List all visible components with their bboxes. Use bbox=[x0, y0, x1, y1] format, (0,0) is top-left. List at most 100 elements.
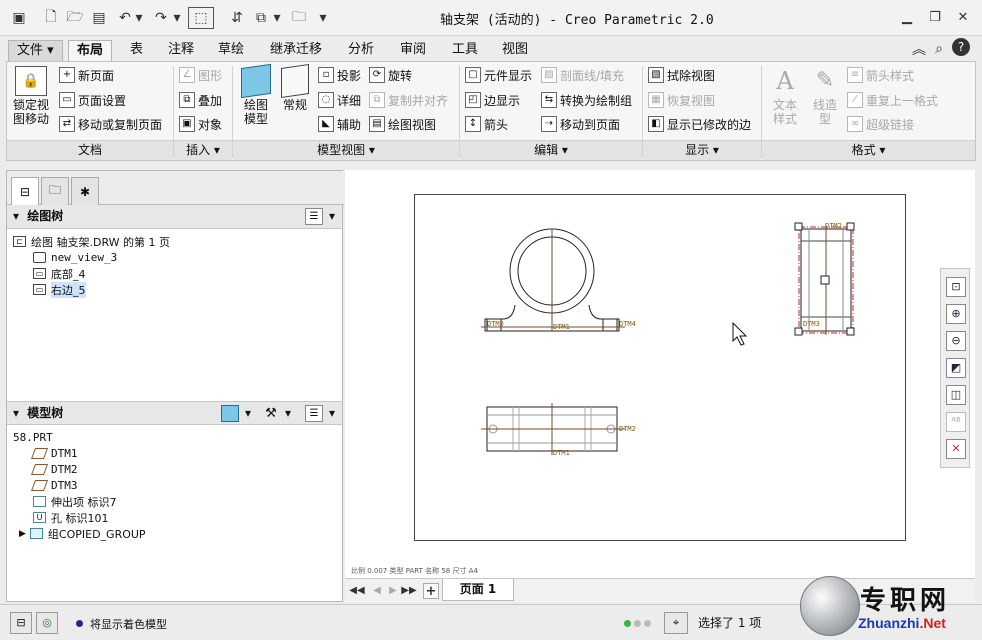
refit-icon[interactable]: ⊡ bbox=[946, 277, 966, 297]
arrow-button[interactable]: ↕ 箭头 bbox=[465, 114, 508, 134]
component-display-button[interactable]: ▢ 元件显示 bbox=[465, 65, 532, 85]
expand-arrow-icon[interactable]: ▶ bbox=[19, 529, 26, 539]
new-page-button[interactable]: + 新页面 bbox=[59, 65, 114, 85]
redo-dropdown-icon[interactable]: ▾ bbox=[172, 7, 182, 29]
drawing-canvas[interactable]: DTM3 DTM1 DTM4 DTM2 DTM1 DTM2 DTM3 比例 0.… bbox=[345, 170, 975, 602]
right-view[interactable] bbox=[794, 222, 855, 336]
last-page-icon[interactable]: ▶▶ bbox=[401, 583, 417, 599]
label-dtm1-front[interactable]: DTM1 bbox=[553, 323, 570, 331]
find-icon[interactable]: ⌖ bbox=[664, 612, 688, 634]
front-view[interactable] bbox=[481, 228, 625, 332]
selection-handle-bl[interactable] bbox=[794, 327, 803, 336]
tree-settings-dropdown-icon[interactable]: ▾ bbox=[329, 402, 335, 425]
section-fill-button[interactable]: ▨ 剖面线/填充 bbox=[541, 65, 624, 85]
arrow-style-button[interactable]: ≡ 箭头样式 bbox=[847, 65, 914, 85]
drawing-sheet[interactable]: DTM3 DTM1 DTM4 DTM2 DTM1 DTM2 DTM3 bbox=[414, 194, 906, 541]
tree-item-dtm3[interactable]: DTM3 bbox=[30, 478, 78, 493]
display-style-icon[interactable]: ◫ bbox=[946, 385, 966, 405]
tab-annotate[interactable]: 注释 bbox=[160, 40, 202, 62]
tree-item-copied-group[interactable]: ▶ 组COPIED_GROUP bbox=[19, 526, 146, 541]
overlay-button[interactable]: ⧉ 叠加 bbox=[179, 90, 222, 110]
next-page-icon[interactable]: ▶ bbox=[385, 583, 401, 599]
group-insert-label[interactable]: 插入 ▾ bbox=[174, 140, 232, 160]
folder-browser-tab-icon[interactable]: 🗀 bbox=[41, 177, 69, 205]
close-window-folder-icon[interactable]: 🗀 bbox=[288, 7, 310, 29]
undo-dropdown-icon[interactable]: ▾ bbox=[134, 7, 144, 29]
restore-icon[interactable]: ❐ bbox=[924, 8, 946, 26]
selection-handle-tl[interactable] bbox=[794, 222, 803, 231]
navigator-toggle-icon[interactable]: ⊟ bbox=[10, 612, 32, 634]
add-page-button[interactable]: + bbox=[423, 583, 439, 599]
windows-dropdown-icon[interactable]: ▾ bbox=[272, 7, 282, 29]
customize-toolbar-icon[interactable]: ▾ bbox=[316, 7, 330, 29]
text-style-button[interactable]: A 文本 样式 bbox=[765, 66, 805, 126]
repeat-last-format-button[interactable]: ⁄ 重复上一格式 bbox=[847, 90, 938, 110]
zoom-in-icon[interactable]: ⊕ bbox=[946, 304, 966, 324]
tree-item-dtm1[interactable]: DTM1 bbox=[30, 446, 78, 461]
repaint-icon[interactable]: ◩ bbox=[946, 358, 966, 378]
tree-item-drawing-root[interactable]: ⊏ 绘图 轴支架.DRW 的第 1 页 bbox=[13, 234, 170, 249]
projection-button[interactable]: ▫ 投影 bbox=[318, 65, 361, 85]
group-model-views-label[interactable]: 模型视图 ▾ bbox=[233, 140, 459, 160]
new-file-icon[interactable]: 🗋 bbox=[40, 7, 62, 29]
selection-handle-tr[interactable] bbox=[846, 222, 855, 231]
tree-item-dtm2[interactable]: DTM2 bbox=[30, 462, 78, 477]
collapse-arrow-icon[interactable]: ▾ bbox=[13, 209, 19, 223]
line-style-button[interactable]: ✎ 线造 型 bbox=[807, 66, 843, 126]
show-modified-edges-button[interactable]: ◧ 显示已修改的边 bbox=[648, 114, 751, 134]
tree-settings-dropdown-icon[interactable]: ▾ bbox=[329, 205, 335, 228]
tab-table[interactable]: 表 bbox=[122, 40, 151, 62]
label-dtm2-right[interactable]: DTM2 bbox=[825, 222, 842, 230]
restore-view-button[interactable]: ▦ 恢复视图 bbox=[648, 90, 715, 110]
close-icon[interactable]: ✕ bbox=[952, 8, 974, 26]
convert-draft-group-button[interactable]: ⇆ 转换为绘制组 bbox=[541, 90, 632, 110]
tree-tab-icon[interactable]: ⊟ bbox=[11, 177, 39, 206]
label-dtm3-front[interactable]: DTM3 bbox=[487, 320, 504, 328]
drawing-view-button[interactable]: ▤ 绘图视图 bbox=[369, 114, 436, 134]
copy-align-button[interactable]: ⧉ 复制并对齐 bbox=[369, 90, 448, 110]
zoom-out-icon[interactable]: ⊖ bbox=[946, 331, 966, 351]
model-display-icon[interactable] bbox=[221, 405, 239, 422]
model-tree-header[interactable]: ▾ 模型树 ▾ ⚒ ▾ ☰ ▾ bbox=[7, 401, 342, 425]
tab-layout[interactable]: 布局 bbox=[68, 40, 113, 62]
tab-legacy-migration[interactable]: 继承迁移 bbox=[262, 40, 330, 62]
detailed-button[interactable]: ◌ 详细 bbox=[318, 90, 361, 110]
group-edit-label[interactable]: 编辑 ▾ bbox=[460, 140, 642, 160]
open-folder-icon[interactable]: 🗁 bbox=[64, 7, 86, 29]
selection-handle-br[interactable] bbox=[846, 327, 855, 336]
drawing-tree-header[interactable]: ▾ 绘图树 ☰ ▾ bbox=[7, 205, 342, 229]
datum-display-icon[interactable]: ✕ bbox=[946, 439, 966, 459]
tools-dropdown-icon[interactable]: ▾ bbox=[285, 402, 291, 425]
minimize-icon[interactable]: ▁ bbox=[896, 8, 918, 26]
save-icon[interactable]: ▤ bbox=[88, 7, 110, 29]
erase-view-button[interactable]: ▧ 拭除视图 bbox=[648, 65, 715, 85]
browser-toggle-icon[interactable]: ◎ bbox=[36, 612, 58, 634]
regenerate-icon[interactable]: ⇵ bbox=[226, 7, 248, 29]
tree-settings-icon[interactable]: ☰ bbox=[305, 405, 323, 422]
auxiliary-button[interactable]: ◣ 辅助 bbox=[318, 114, 361, 134]
tools-icon[interactable]: ⚒ bbox=[261, 405, 281, 422]
selection-handle-center[interactable] bbox=[820, 275, 830, 285]
label-dtm4-front[interactable]: DTM4 bbox=[619, 320, 636, 328]
search-icon[interactable]: ⌕ bbox=[928, 38, 950, 60]
tab-view[interactable]: 视图 bbox=[494, 40, 536, 62]
label-dtm1-bottom[interactable]: DTM1 bbox=[553, 449, 570, 457]
windows-icon[interactable]: ⧉ bbox=[250, 7, 272, 29]
move-copy-page-button[interactable]: ⇄ 移动或复制页面 bbox=[59, 114, 162, 134]
tab-review[interactable]: 审阅 bbox=[392, 40, 434, 62]
bottom-view[interactable] bbox=[481, 403, 625, 455]
tab-sketch[interactable]: 草绘 bbox=[210, 40, 252, 62]
edge-display-button[interactable]: ◰ 边显示 bbox=[465, 90, 520, 110]
collapse-arrow-icon[interactable]: ▾ bbox=[13, 406, 19, 420]
tab-tools[interactable]: 工具 bbox=[444, 40, 486, 62]
group-display-label[interactable]: 显示 ▾ bbox=[643, 140, 761, 160]
label-dtm3-right[interactable]: DTM3 bbox=[803, 320, 820, 328]
rotate-button[interactable]: ⟳ 旋转 bbox=[369, 65, 412, 85]
undo-icon[interactable]: ↶ bbox=[114, 7, 136, 29]
collapse-ribbon-icon[interactable]: ︽ bbox=[908, 38, 930, 60]
redo-icon[interactable]: ↷ bbox=[150, 7, 172, 29]
tree-settings-icon[interactable]: ☰ bbox=[305, 208, 323, 225]
object-button[interactable]: ▣ 对象 bbox=[179, 114, 222, 134]
tree-item-part-root[interactable]: 58.PRT bbox=[13, 430, 53, 445]
annotation-display-icon[interactable]: ᴬᴮ bbox=[946, 412, 966, 432]
